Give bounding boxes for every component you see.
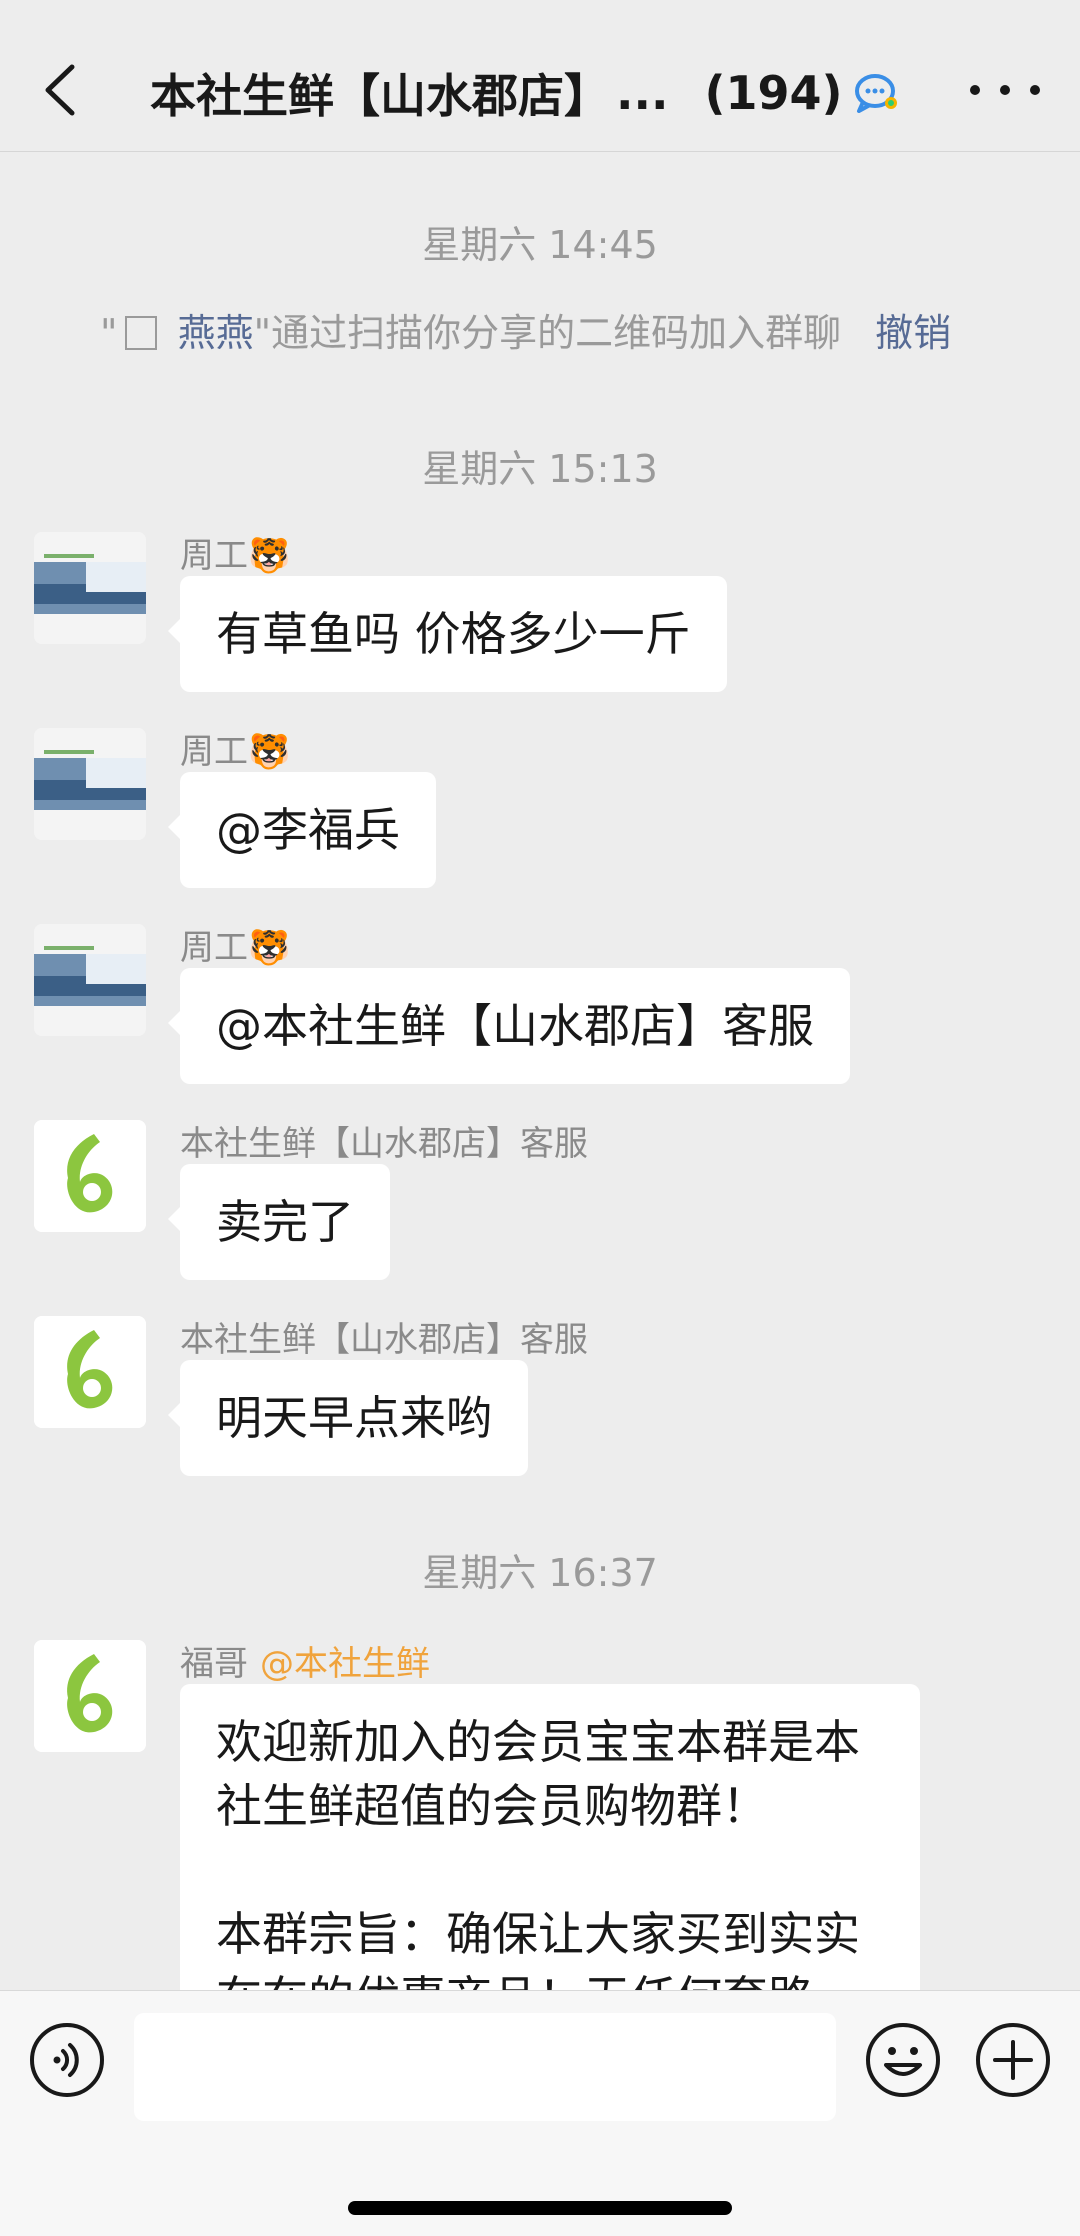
message-text: @本社生鲜【山水郡店】客服 xyxy=(216,999,814,1053)
revoke-link[interactable]: 撤销 xyxy=(875,311,951,355)
system-notice: " 燕燕"通过扫描你分享的二维码加入群聊 撤销 xyxy=(100,302,1000,357)
avatar[interactable] xyxy=(34,1316,146,1428)
avatar[interactable] xyxy=(34,1640,146,1752)
message-text-line: 本群宗旨：确保让大家买到实实 xyxy=(216,1907,860,1961)
placeholder-glyph-icon xyxy=(125,316,158,350)
system-notice-quote: " xyxy=(100,311,118,355)
message-text-line: 社生鲜超值的会员购物群！ xyxy=(216,1779,768,1833)
timestamp: 星期六 15:13 xyxy=(422,447,658,491)
sender-label: 周工 xyxy=(180,732,248,772)
sender-name: 周工🐯 xyxy=(180,920,290,969)
group-title: 本社生鲜【山水郡店】 xyxy=(150,69,610,123)
message-bubble[interactable]: @李福兵 xyxy=(168,772,436,888)
sender-name: 周工🐯 xyxy=(180,724,290,773)
dot-icon xyxy=(1000,85,1010,95)
mention-tag[interactable]: @本社生鲜 xyxy=(260,1644,430,1684)
business-card-avatar-icon xyxy=(34,728,146,840)
message-bubble[interactable]: @本社生鲜【山水郡店】客服 xyxy=(168,968,850,1084)
voice-input-button[interactable] xyxy=(30,2023,104,2097)
back-button[interactable] xyxy=(30,50,90,130)
sender-name: 福哥 @本社生鲜 xyxy=(180,1636,430,1685)
sender-label: 福哥 xyxy=(180,1644,248,1684)
dot-icon xyxy=(970,85,980,95)
input-bar xyxy=(0,1990,1080,2236)
message-text-line: 在在的优惠商品！无任何套路 xyxy=(216,1966,884,1990)
chat-title-area[interactable]: 本社生鲜【山水郡店】 ... (194) xyxy=(150,58,910,128)
system-notice-text: "通过扫描你分享的二维码加入群聊 xyxy=(253,311,842,355)
timestamp: 星期六 14:45 xyxy=(422,223,658,267)
avatar[interactable] xyxy=(34,728,146,840)
group-chat-icon xyxy=(854,74,897,113)
title-ellipsis: ... xyxy=(616,66,669,120)
smiley-icon xyxy=(884,2047,922,2076)
sender-name: 本社生鲜【山水郡店】客服 xyxy=(180,1320,588,1360)
member-count: (194) xyxy=(704,66,843,120)
emoji-button[interactable] xyxy=(866,2023,940,2097)
sender-name: 周工🐯 xyxy=(180,528,290,577)
chat-header: 本社生鲜【山水郡店】 ... (194) xyxy=(0,0,1080,152)
avatar[interactable] xyxy=(34,532,146,644)
business-card-avatar-icon xyxy=(34,532,146,644)
avatar[interactable] xyxy=(34,924,146,1036)
voice-icon xyxy=(53,2043,79,2077)
message-text: 卖完了 xyxy=(216,1195,354,1249)
tiger-emoji-icon: 🐯 xyxy=(248,928,291,968)
dot-icon xyxy=(1030,85,1040,95)
message-text: 有草鱼吗 价格多少一斤 xyxy=(216,607,691,661)
timestamp: 星期六 16:37 xyxy=(422,1551,658,1595)
business-card-avatar-icon xyxy=(34,924,146,1036)
plus-icon xyxy=(993,2040,1033,2080)
message-input[interactable] xyxy=(134,2013,836,2121)
message-bubble[interactable]: 欢迎新加入的会员宝宝本群是本 社生鲜超值的会员购物群！ 本群宗旨：确保让大家买到… xyxy=(180,1684,920,1990)
more-options-button[interactable] xyxy=(970,70,1040,110)
tiger-emoji-icon: 🐯 xyxy=(248,536,291,576)
avatar[interactable] xyxy=(34,1120,146,1232)
message-text-line xyxy=(216,1838,884,1902)
message-bubble[interactable]: 明天早点来哟 xyxy=(168,1360,528,1476)
sender-label: 周工 xyxy=(180,928,248,968)
brand-logo-icon xyxy=(34,1640,146,1752)
brand-logo-icon xyxy=(34,1316,146,1428)
message-text-line: 欢迎新加入的会员宝宝本群是本 xyxy=(216,1715,860,1769)
system-notice-name[interactable]: 燕燕 xyxy=(178,311,254,355)
message-bubble[interactable]: 有草鱼吗 价格多少一斤 xyxy=(168,576,727,692)
sender-label: 周工 xyxy=(180,536,248,576)
message-text: @李福兵 xyxy=(216,803,400,857)
chat-message-list[interactable]: 星期六 14:45 " 燕燕"通过扫描你分享的二维码加入群聊 撤销 星期六 15… xyxy=(0,152,1080,1990)
message-text: 明天早点来哟 xyxy=(216,1391,492,1445)
tiger-emoji-icon: 🐯 xyxy=(248,732,291,772)
message-bubble[interactable]: 卖完了 xyxy=(168,1164,390,1280)
chevron-left-icon xyxy=(45,64,75,116)
home-indicator[interactable] xyxy=(348,2201,732,2215)
sender-name: 本社生鲜【山水郡店】客服 xyxy=(180,1124,588,1164)
brand-logo-icon xyxy=(34,1120,146,1232)
more-functions-button[interactable] xyxy=(976,2023,1050,2097)
